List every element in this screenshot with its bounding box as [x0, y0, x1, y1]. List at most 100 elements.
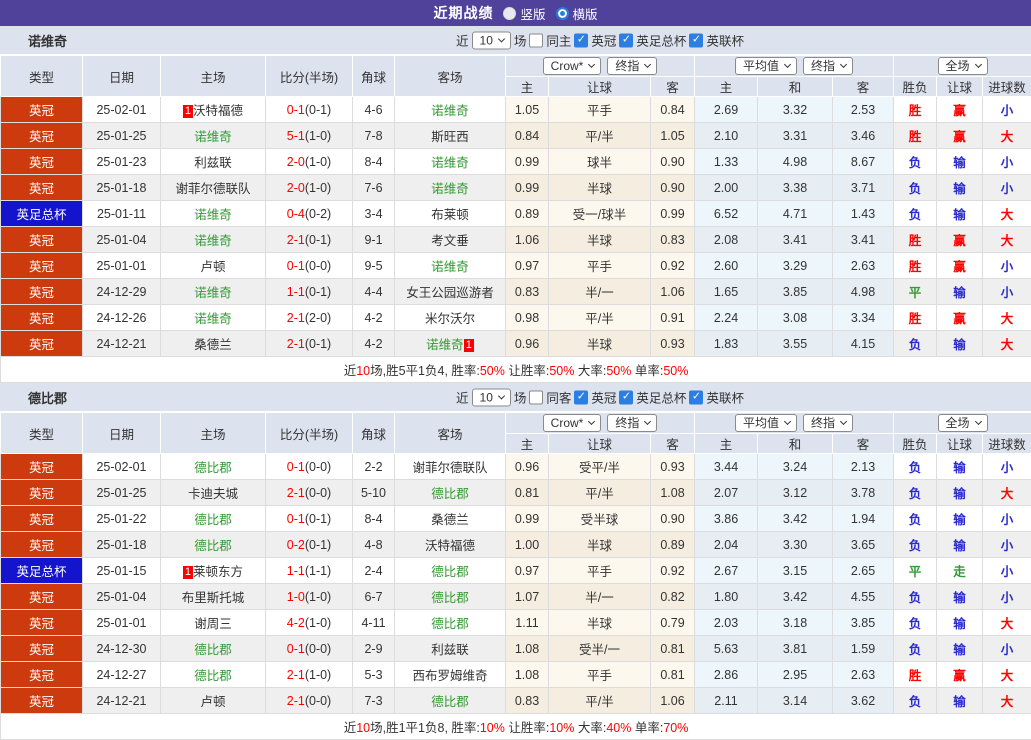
cell-crow-away: 0.89: [651, 532, 695, 558]
cell-match-type: 英冠: [1, 454, 83, 480]
league-checkbox-label: 英足总杯: [636, 388, 686, 407]
match-row: 英冠25-02-011沃特福德0-1(0-1)4-6诺维奇1.05平手0.842…: [1, 97, 1031, 123]
league-checkbox-label: 英冠: [591, 388, 616, 407]
final-odds-dropdown-2-value: 终指: [811, 60, 835, 72]
cell-home-team: 卢顿: [161, 688, 266, 714]
cell-home-team: 桑德兰: [161, 331, 266, 357]
cell-goals-result: 大: [983, 688, 1031, 714]
home-team-name: 诺维奇: [194, 130, 232, 144]
cell-handicap-line: 平手: [549, 97, 651, 123]
fulltime-dropdown[interactable]: 全场: [938, 57, 988, 75]
cell-match-type: 英冠: [1, 149, 83, 175]
near-count-dropdown-value: 10: [480, 34, 493, 46]
cell-avg-away: 8.67: [833, 149, 894, 175]
halftime-score: (0-1): [305, 538, 331, 552]
near-count-dropdown[interactable]: 10: [472, 388, 511, 406]
col-header-3: 比分(半场): [266, 56, 353, 97]
cell-avg-draw: 2.95: [758, 662, 833, 688]
league-checkbox-label: 英联杯: [706, 31, 744, 50]
topbar-inner: 近期战绩 竖版 横版: [433, 3, 597, 23]
fulltime-score: 2-1: [287, 486, 305, 500]
final-odds-dropdown-2[interactable]: 终指: [803, 57, 853, 75]
chevron-down-icon: [784, 418, 791, 425]
average-dropdowns: 平均值 终指: [695, 57, 893, 75]
home-team-name: 谢周三: [194, 617, 232, 631]
cell-crow-away: 0.90: [651, 149, 695, 175]
league-checkbox-0[interactable]: ✓: [574, 33, 588, 47]
same-venue-checkbox[interactable]: [529, 390, 543, 404]
cell-home-team: 诺维奇: [161, 123, 266, 149]
cell-avg-home: 3.44: [695, 454, 758, 480]
away-team-name: 诺维奇: [431, 104, 469, 118]
final-odds-dropdown-2[interactable]: 终指: [803, 414, 853, 432]
cell-date: 25-01-25: [83, 480, 161, 506]
radio-option-vertical[interactable]: 竖版: [503, 4, 545, 23]
radio-horizontal-icon[interactable]: [556, 7, 569, 20]
average-dropdown[interactable]: 平均值: [735, 414, 797, 432]
halftime-score: (0-2): [305, 207, 331, 221]
cell-date: 25-01-04: [83, 584, 161, 610]
cell-date: 25-02-01: [83, 454, 161, 480]
cell-corners: 8-4: [353, 506, 395, 532]
cell-away-team: 西布罗姆维奇: [395, 662, 506, 688]
cell-handicap-line: 平手: [549, 558, 651, 584]
crow-dropdown[interactable]: Crow*: [543, 414, 602, 432]
cell-date: 25-01-01: [83, 253, 161, 279]
league-checkbox-0[interactable]: ✓: [574, 390, 588, 404]
cell-crow-away: 1.06: [651, 688, 695, 714]
cell-score: 0-2(0-1): [266, 532, 353, 558]
home-team-name: 桑德兰: [194, 338, 232, 352]
cell-away-team: 谢菲尔德联队: [395, 454, 506, 480]
games-label: 场: [514, 31, 527, 50]
cell-crow-away: 0.83: [651, 227, 695, 253]
league-checkbox-2[interactable]: ✓: [689, 390, 703, 404]
radio-option-horizontal[interactable]: 横版: [556, 4, 598, 23]
cell-handicap-line: 受半球: [549, 506, 651, 532]
cell-result: 负: [894, 149, 937, 175]
cell-goals-result: 小: [983, 584, 1031, 610]
cell-avg-draw: 4.71: [758, 201, 833, 227]
cell-crow-home: 0.97: [506, 558, 549, 584]
final-odds-dropdown[interactable]: 终指: [607, 414, 657, 432]
halftime-score: (1-0): [305, 129, 331, 143]
red-card-badge: 1: [464, 339, 474, 352]
league-checkbox-1[interactable]: ✓: [619, 33, 633, 47]
odds-col-header-7: 让球: [937, 77, 983, 97]
cell-avg-draw: 3.42: [758, 506, 833, 532]
cell-goals-result: 小: [983, 532, 1031, 558]
cell-score: 0-1(0-1): [266, 506, 353, 532]
league-checkbox-2[interactable]: ✓: [689, 33, 703, 47]
average-dropdown[interactable]: 平均值: [735, 57, 797, 75]
cell-score: 2-1(0-0): [266, 480, 353, 506]
cell-avg-away: 3.78: [833, 480, 894, 506]
cell-corners: 4-2: [353, 331, 395, 357]
final-odds-dropdown[interactable]: 终指: [607, 57, 657, 75]
cell-home-team: 1莱顿东方: [161, 558, 266, 584]
filter-controls: 近10场同主✓英冠✓英足总杯✓英联杯: [456, 31, 744, 50]
cell-away-team: 诺维奇: [395, 175, 506, 201]
cell-avg-home: 3.86: [695, 506, 758, 532]
cell-handicap-line: 受一/球半: [549, 201, 651, 227]
fulltime-score: 1-1: [287, 285, 305, 299]
league-checkbox-1[interactable]: ✓: [619, 390, 633, 404]
fulltime-dropdown[interactable]: 全场: [938, 414, 988, 432]
radio-vertical-icon[interactable]: [503, 7, 516, 20]
fulltime-score: 2-1: [287, 337, 305, 351]
cell-goals-result: 小: [983, 279, 1031, 305]
team-name: 德比郡: [28, 388, 67, 407]
cell-away-team: 德比郡: [395, 584, 506, 610]
same-venue-checkbox[interactable]: [529, 33, 543, 47]
cell-date: 25-01-04: [83, 227, 161, 253]
near-count-dropdown[interactable]: 10: [472, 31, 511, 49]
cell-match-type: 英冠: [1, 584, 83, 610]
cell-avg-home: 2.07: [695, 480, 758, 506]
cell-score: 2-0(1-0): [266, 175, 353, 201]
odds-col-header-4: 和: [758, 77, 833, 97]
cell-corners: 2-4: [353, 558, 395, 584]
cell-corners: 4-6: [353, 97, 395, 123]
team-header-row: 诺维奇近10场同主✓英冠✓英足总杯✓英联杯: [0, 26, 1031, 55]
cell-goals-result: 小: [983, 636, 1031, 662]
fulltime-score: 0-1: [287, 460, 305, 474]
cell-avg-home: 2.69: [695, 97, 758, 123]
crow-dropdown[interactable]: Crow*: [543, 57, 602, 75]
